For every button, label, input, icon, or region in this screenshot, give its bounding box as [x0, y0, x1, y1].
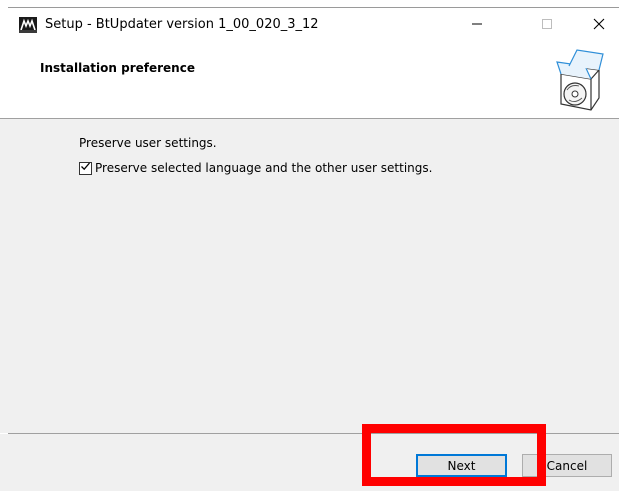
maximize-icon: [541, 18, 553, 33]
wizard-header: Installation preference: [0, 42, 619, 118]
preserve-settings-label: Preserve selected language and the other…: [95, 161, 433, 175]
preserve-settings-option[interactable]: Preserve selected language and the other…: [79, 161, 432, 175]
close-icon: [592, 17, 606, 34]
cancel-button[interactable]: Cancel: [522, 454, 612, 477]
setup-window: Setup - BtUpdater version 1_00_020_3_12 …: [0, 0, 619, 491]
wizard-footer: Next Cancel: [0, 434, 619, 491]
minimize-icon: [471, 18, 483, 33]
maximize-button[interactable]: [524, 8, 570, 42]
content-description: Preserve user settings.: [79, 136, 217, 150]
setup-box-icon: [555, 46, 605, 114]
app-logo-icon: [19, 17, 37, 33]
wizard-content: Preserve user settings. Preserve selecte…: [0, 119, 619, 433]
minimize-button[interactable]: [454, 8, 500, 42]
checkmark-icon: [80, 161, 91, 175]
page-title: Installation preference: [40, 61, 195, 75]
preserve-settings-checkbox[interactable]: [79, 161, 92, 175]
close-button[interactable]: [576, 8, 619, 42]
window-title: Setup - BtUpdater version 1_00_020_3_12: [45, 17, 319, 32]
next-button[interactable]: Next: [416, 454, 507, 477]
title-bar[interactable]: Setup - BtUpdater version 1_00_020_3_12: [0, 8, 619, 42]
